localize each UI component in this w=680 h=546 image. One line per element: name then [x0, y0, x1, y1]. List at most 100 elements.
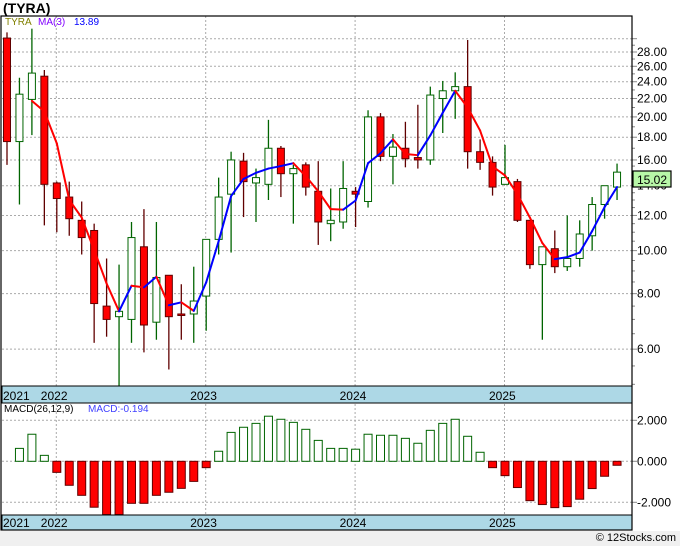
candle — [3, 32, 11, 165]
candle — [27, 28, 36, 136]
macd-bar — [425, 429, 435, 462]
candle-body — [326, 219, 335, 225]
year-label: 2023 — [190, 389, 217, 403]
candle — [202, 238, 211, 331]
candle — [15, 77, 24, 205]
candle — [476, 139, 485, 170]
candle-body — [476, 151, 485, 163]
date-band — [1, 514, 633, 531]
candle — [613, 163, 622, 201]
candle-body — [164, 274, 173, 318]
candle — [426, 86, 435, 165]
macd-bar — [301, 428, 311, 462]
candle-body — [426, 94, 435, 161]
candle — [164, 274, 173, 370]
candle — [252, 168, 260, 222]
candle-body — [27, 72, 36, 100]
price-tick-label: 22.00 — [637, 92, 667, 106]
candle-body — [563, 257, 572, 268]
candle-body — [339, 187, 348, 223]
candle-body — [364, 116, 373, 202]
candle-body — [40, 75, 49, 185]
macd-bar — [288, 421, 298, 462]
ma-segment — [404, 153, 419, 157]
year-label: 2023 — [190, 516, 217, 530]
candle-body — [276, 147, 285, 175]
price-tick-label: 6.00 — [637, 342, 661, 356]
macd-bar — [251, 422, 261, 462]
macd-bar — [575, 460, 585, 500]
current-price-box: 15.02 — [632, 170, 672, 188]
candle — [563, 215, 572, 271]
year-label: 2025 — [489, 389, 516, 403]
candle — [52, 181, 61, 233]
macd-bar — [612, 460, 622, 466]
macd-bar — [263, 415, 273, 462]
candle — [588, 197, 597, 251]
macd-bar — [239, 426, 249, 462]
macd-bar — [14, 447, 24, 462]
candle — [139, 209, 148, 353]
date-band — [1, 385, 633, 404]
stock-chart: 2021 2022 2023 2024 2025 2021 2022 2023 2024 2025… — [0, 15, 672, 531]
year-label: 2021 — [3, 516, 30, 530]
macd-bar — [363, 433, 373, 462]
candle-body — [52, 182, 61, 200]
macd-bar — [488, 460, 498, 469]
macd-bar — [562, 460, 572, 508]
macd-bar — [338, 447, 348, 462]
price-tick-label: 20.00 — [637, 110, 667, 124]
candle — [127, 221, 136, 343]
legend-ma-label: MA(3) — [38, 17, 65, 28]
macd-bar — [351, 448, 361, 462]
macd-bar — [313, 439, 323, 462]
year-label: 2021 — [3, 389, 30, 403]
candle — [314, 161, 323, 245]
macd-bar — [587, 460, 597, 490]
price-tick-label: 24.00 — [637, 75, 667, 89]
current-price-label: 15.02 — [637, 173, 667, 187]
candle — [401, 121, 410, 168]
candle-body — [177, 313, 186, 316]
macd-bar — [400, 437, 410, 462]
price-tick-label: 18.00 — [637, 130, 667, 144]
candle — [239, 152, 248, 218]
year-label: 2025 — [489, 516, 516, 530]
macd-bar — [463, 435, 473, 462]
macd-bar — [151, 460, 161, 496]
candle-body — [525, 219, 534, 266]
macd-bar — [214, 450, 224, 462]
macd-bar — [39, 454, 49, 462]
copyright: © 12Stocks.com — [595, 532, 676, 544]
footer-bar — [0, 531, 680, 546]
candle-body — [3, 37, 11, 143]
macd-tick-label: 2.000 — [637, 413, 667, 427]
candle — [413, 104, 422, 169]
candle-body — [575, 233, 584, 259]
price-tick-label: 16.00 — [637, 153, 667, 167]
candle — [550, 230, 559, 274]
year-label: 2022 — [41, 389, 68, 403]
macd-legend-value: MACD:-0.194 — [88, 404, 149, 415]
macd-bar — [475, 451, 485, 462]
year-label: 2024 — [340, 516, 367, 530]
macd-bar — [438, 422, 448, 462]
macd-bar — [27, 433, 37, 462]
candle-body — [102, 305, 111, 320]
candle-body — [413, 157, 422, 161]
macd-bar — [500, 460, 510, 477]
macd-bar — [326, 447, 336, 462]
candle — [77, 201, 86, 255]
candle — [102, 258, 111, 337]
year-label: 2024 — [340, 389, 367, 403]
candle — [364, 110, 373, 208]
candle-body — [463, 86, 472, 153]
macd-bars — [14, 415, 622, 516]
candle — [289, 164, 298, 224]
macd-bar — [127, 460, 136, 504]
price-tick-label: 26.00 — [637, 59, 667, 73]
macd-bar — [164, 460, 174, 493]
candle-body — [388, 146, 397, 157]
macd-bar — [525, 460, 535, 502]
macd-bar — [376, 434, 385, 462]
